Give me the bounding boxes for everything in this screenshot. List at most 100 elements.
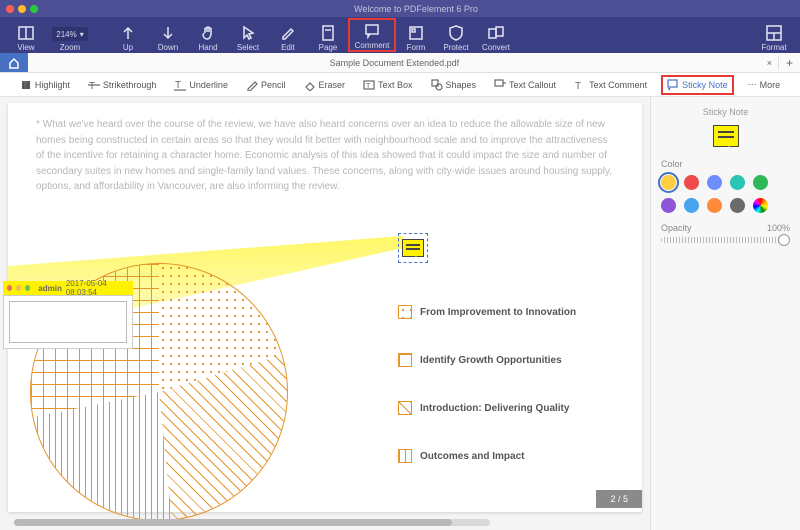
legend-label: Outcomes and Impact: [420, 451, 524, 462]
eraser-label: Eraser: [318, 80, 345, 90]
tab-strip: Sample Document Extended.pdf × +: [0, 53, 800, 73]
color-swatch[interactable]: [684, 175, 699, 190]
color-swatch[interactable]: [730, 198, 745, 213]
stickynote-tool[interactable]: Sticky Note: [661, 75, 734, 95]
horizontal-scrollbar[interactable]: [14, 519, 490, 526]
down-button[interactable]: Down: [148, 18, 188, 52]
pencil-tool[interactable]: Pencil: [242, 77, 290, 93]
highlight-label: Highlight: [35, 80, 70, 90]
textbox-label: Text Box: [378, 80, 413, 90]
svg-text:T: T: [175, 80, 181, 91]
view-icon: [17, 24, 35, 42]
svg-text:T: T: [89, 81, 95, 91]
legend-item: Outcomes and Impact: [398, 449, 576, 463]
zoom-button[interactable]: 214% ▾ Zoom: [46, 23, 94, 52]
chevron-down-icon: ▾: [80, 30, 84, 39]
view-button[interactable]: View: [6, 18, 46, 52]
note-max-icon[interactable]: [25, 285, 30, 291]
main-toolbar: View 214% ▾ Zoom Up Down Hand Select Edi…: [0, 17, 800, 53]
strikethrough-tool[interactable]: T Strikethrough: [84, 77, 161, 93]
comment-icon: [363, 22, 381, 40]
legend-swatch-icon: [398, 401, 412, 415]
zoom-combo[interactable]: 214% ▾: [52, 27, 87, 41]
legend-swatch-icon: [398, 449, 412, 463]
page-icon: [319, 24, 337, 42]
page-viewport[interactable]: * What we've heard over the course of th…: [0, 97, 650, 530]
note-min-icon[interactable]: [16, 285, 21, 291]
comment-button[interactable]: Comment: [348, 18, 396, 52]
edit-icon: [279, 24, 297, 42]
highlight-tool[interactable]: THighlight: [16, 77, 74, 93]
chart-area: admin 2017-05-04 08:03:54 From Improveme…: [8, 233, 642, 512]
shapes-icon: [431, 79, 443, 91]
highlight-icon: T: [20, 79, 32, 91]
color-swatch[interactable]: [661, 175, 676, 190]
underline-icon: T: [174, 79, 186, 91]
close-tab-button[interactable]: ×: [761, 58, 778, 68]
sticky-note-popup[interactable]: admin 2017-05-04 08:03:54: [3, 281, 133, 349]
color-swatch[interactable]: [684, 198, 699, 213]
edit-button[interactable]: Edit: [268, 18, 308, 52]
textbox-tool[interactable]: TText Box: [359, 77, 417, 93]
pencil-icon: [246, 79, 258, 91]
more-tool[interactable]: ⋯More: [744, 77, 785, 92]
note-bubble-icon: [402, 239, 424, 257]
sticky-note-marker[interactable]: [398, 233, 428, 263]
chart-legend: From Improvement to Innovation Identify …: [398, 305, 576, 463]
textcomment-tool[interactable]: TText Comment: [570, 77, 651, 93]
window-controls[interactable]: [6, 5, 38, 13]
color-swatch[interactable]: [753, 175, 768, 190]
view-label: View: [17, 43, 34, 52]
strikethrough-label: Strikethrough: [103, 80, 157, 90]
slider-knob[interactable]: [778, 234, 790, 246]
form-label: Form: [407, 43, 426, 52]
convert-icon: [487, 24, 505, 42]
minimize-window-icon[interactable]: [18, 5, 26, 13]
shapes-tool[interactable]: Shapes: [427, 77, 481, 93]
textcallout-tool[interactable]: Text Callout: [490, 77, 560, 93]
format-label: Format: [761, 43, 786, 52]
home-tab[interactable]: [0, 53, 28, 72]
up-button[interactable]: Up: [108, 18, 148, 52]
color-swatch[interactable]: [707, 198, 722, 213]
document-tab-label: Sample Document Extended.pdf: [330, 58, 460, 68]
protect-label: Protect: [443, 43, 468, 52]
comment-label: Comment: [355, 41, 390, 50]
color-swatch[interactable]: [661, 198, 676, 213]
opacity-slider[interactable]: [661, 237, 790, 243]
underline-tool[interactable]: TUnderline: [170, 77, 232, 93]
convert-label: Convert: [482, 43, 510, 52]
form-icon: [407, 24, 425, 42]
color-picker-swatch[interactable]: [753, 198, 768, 213]
sticky-note-panel: Sticky Note Color Opacity 100%: [650, 97, 800, 530]
arrow-down-icon: [159, 24, 177, 42]
color-swatch[interactable]: [707, 175, 722, 190]
legend-label: From Improvement to Innovation: [420, 307, 576, 318]
legend-label: Introduction: Delivering Quality: [420, 403, 569, 414]
format-button[interactable]: Format: [754, 18, 794, 52]
document-tab[interactable]: Sample Document Extended.pdf: [28, 58, 761, 68]
hand-label: Hand: [198, 43, 217, 52]
callout-icon: [494, 79, 506, 91]
eraser-tool[interactable]: Eraser: [299, 77, 349, 93]
convert-button[interactable]: Convert: [476, 18, 516, 52]
note-textarea[interactable]: [9, 301, 127, 343]
protect-button[interactable]: Protect: [436, 18, 476, 52]
shield-icon: [447, 24, 465, 42]
color-swatch[interactable]: [730, 175, 745, 190]
panel-title: Sticky Note: [661, 107, 790, 117]
note-close-icon[interactable]: [7, 285, 12, 291]
svg-text:T: T: [575, 81, 581, 91]
legend-item: Introduction: Delivering Quality: [398, 401, 576, 415]
note-popup-header[interactable]: admin 2017-05-04 08:03:54: [3, 281, 133, 295]
form-button[interactable]: Form: [396, 18, 436, 52]
more-label: More: [760, 80, 781, 90]
zoom-window-icon[interactable]: [30, 5, 38, 13]
close-window-icon[interactable]: [6, 5, 14, 13]
zoom-value: 214%: [56, 30, 76, 39]
select-button[interactable]: Select: [228, 18, 268, 52]
hand-button[interactable]: Hand: [188, 18, 228, 52]
page-button[interactable]: Page: [308, 18, 348, 52]
note-preview: [661, 125, 790, 147]
new-tab-button[interactable]: +: [778, 56, 800, 70]
